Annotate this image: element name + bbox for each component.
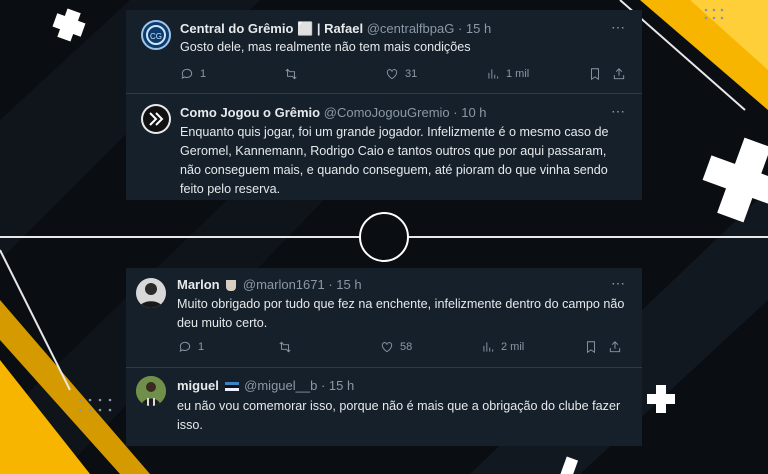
avatar[interactable] <box>136 278 166 308</box>
tweet-text: eu não vou comemorar isso, porque não é … <box>177 399 621 432</box>
heart-icon <box>381 342 393 353</box>
heart-icon <box>386 69 398 80</box>
tweet-header: Central do Grêmio ⬜ | Rafael @centralfbp… <box>180 21 491 37</box>
reply-button[interactable]: 1 <box>180 67 206 81</box>
mate-emoji-icon <box>226 280 237 292</box>
tweet-header: Marlon @marlon1671 · 15 h <box>177 277 362 292</box>
more-options-icon[interactable]: ⋯ <box>611 19 626 36</box>
views-button[interactable]: 1 mil <box>486 67 529 81</box>
author-handle[interactable]: @marlon1671 · 15 h <box>243 277 362 292</box>
tweet-text: Gosto dele, mas realmente não tem mais c… <box>180 40 471 54</box>
author-handle[interactable]: @ComoJogouGremio · 10 h <box>324 105 487 120</box>
more-options-icon[interactable]: ⋯ <box>611 103 626 120</box>
avatar[interactable] <box>136 376 166 406</box>
bookmark-button[interactable] <box>584 340 598 354</box>
retweet-icon <box>279 341 291 353</box>
tweet-text: Enquanto quis jogar, foi um grande jogad… <box>180 125 609 196</box>
reply-count: 1 <box>200 68 207 80</box>
like-button[interactable]: 31 <box>385 67 417 81</box>
svg-text:CG: CG <box>150 32 162 41</box>
reply-count: 1 <box>198 341 205 353</box>
tweet-header: Como Jogou o Grêmio @ComoJogouGremio · 1… <box>180 105 487 120</box>
views-button[interactable]: 2 mil <box>481 340 524 354</box>
author-name[interactable]: Marlon <box>177 277 220 292</box>
tweet-miguel[interactable]: miguel @miguel__b · 15 h eu não vou come… <box>126 368 642 446</box>
like-count: 58 <box>400 341 413 353</box>
author-name[interactable]: Central do Grêmio ⬜ | Rafael <box>180 21 363 36</box>
avatar[interactable]: CG <box>141 20 171 50</box>
author-handle[interactable]: @centralfbpaG · 15 h <box>367 21 491 36</box>
share-icon <box>609 341 621 353</box>
reply-button[interactable]: 1 <box>178 340 204 354</box>
analytics-icon <box>488 69 499 79</box>
share-icon <box>613 68 625 80</box>
tweet-text: Muito obrigado por tudo que fez na enche… <box>177 297 625 330</box>
more-options-icon[interactable]: ⋯ <box>611 275 626 292</box>
tweet-actions: 1 58 2 mil <box>178 340 628 358</box>
view-count: 1 mil <box>506 68 530 80</box>
retweet-icon <box>285 68 297 80</box>
gremio-flag-icon <box>224 382 239 392</box>
bookmark-button[interactable] <box>588 67 602 81</box>
avatar[interactable] <box>141 104 171 134</box>
retweet-button[interactable] <box>284 67 298 81</box>
share-button[interactable] <box>608 340 622 354</box>
author-name[interactable]: Como Jogou o Grêmio <box>180 105 320 120</box>
tweet-marlon[interactable]: Marlon @marlon1671 · 15 h ⋯ Muito obriga… <box>126 268 642 366</box>
retweet-button[interactable] <box>278 340 292 354</box>
tweet-central-gremio[interactable]: CG Central do Grêmio ⬜ | Rafael @central… <box>126 10 642 94</box>
share-button[interactable] <box>612 67 626 81</box>
analytics-icon <box>483 342 494 352</box>
bookmark-icon <box>591 68 599 81</box>
top-tweet-card: CG Central do Grêmio ⬜ | Rafael @central… <box>126 10 642 200</box>
reply-icon <box>181 68 193 79</box>
author-name[interactable]: miguel <box>177 378 219 393</box>
like-button[interactable]: 58 <box>380 340 412 354</box>
tweet-actions: 1 31 1 mil <box>180 67 630 85</box>
tweet-header: miguel @miguel__b · 15 h <box>177 378 354 393</box>
bookmark-icon <box>587 341 595 354</box>
author-handle[interactable]: @miguel__b · 15 h <box>244 378 354 393</box>
like-count: 31 <box>405 68 418 80</box>
view-count: 2 mil <box>501 341 525 353</box>
reply-icon <box>179 341 191 352</box>
bottom-tweet-card: Marlon @marlon1671 · 15 h ⋯ Muito obriga… <box>126 268 642 446</box>
tweet-como-jogou[interactable]: Como Jogou o Grêmio @ComoJogouGremio · 1… <box>126 94 642 200</box>
